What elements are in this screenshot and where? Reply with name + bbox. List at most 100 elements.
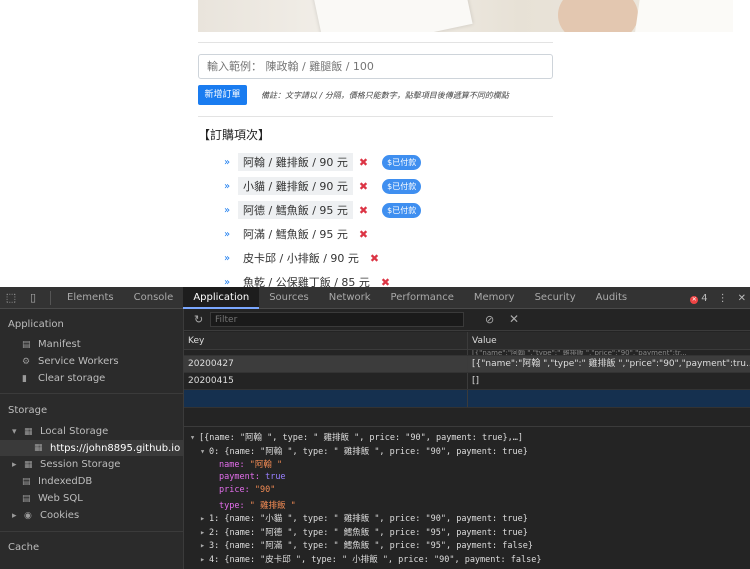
row-key: 20200427 xyxy=(184,356,468,372)
grid-icon: ▦ xyxy=(24,426,33,437)
delete-icon[interactable]: ✖ xyxy=(359,156,368,169)
order-text[interactable]: 魚乾 / 公保雞丁飯 / 85 元 xyxy=(238,273,375,287)
preview-prop-type: type: " 雞排飯 " xyxy=(219,500,296,511)
preview-prop-payment: payment: true xyxy=(219,471,286,482)
order-text[interactable]: 阿德 / 鱈魚飯 / 95 元 xyxy=(238,201,353,219)
device-toolbar-icon[interactable]: ▯ xyxy=(22,291,44,304)
devtools-tabbar: ⬚ ▯ Elements Console Application Sources… xyxy=(0,286,750,309)
caret-right-icon: ▸ xyxy=(200,554,206,565)
hero-image xyxy=(198,0,733,32)
list-item[interactable]: » 魚乾 / 公保雞丁飯 / 85 元 ✖ xyxy=(224,270,554,288)
clear-all-icon[interactable]: ⊘ xyxy=(485,313,494,326)
list-item[interactable]: » 阿德 / 鱈魚飯 / 95 元 ✖ $已付款 xyxy=(224,198,554,222)
sidebar-item-manifest[interactable]: ▤ Manifest xyxy=(22,339,81,350)
order-text[interactable]: 阿翰 / 雞排飯 / 90 元 xyxy=(238,153,353,171)
row-value: [] xyxy=(472,376,480,386)
order-text[interactable]: 阿滿 / 鱈魚飯 / 95 元 xyxy=(238,225,353,243)
paid-badge: $已付款 xyxy=(382,178,422,194)
tab-network[interactable]: Network xyxy=(319,287,381,309)
delete-icon[interactable]: ✖ xyxy=(381,276,390,288)
sidebar-item-indexeddb[interactable]: ▤ IndexedDB xyxy=(22,476,92,487)
add-order-button[interactable]: 新增訂單 xyxy=(198,85,247,105)
list-item[interactable]: » 阿滿 / 鱈魚飯 / 95 元 ✖ xyxy=(224,222,554,246)
chevron-right-icon: » xyxy=(224,228,231,240)
caret-down-icon: ▾ xyxy=(12,426,17,437)
list-item[interactable]: » 小貓 / 雞排飯 / 90 元 ✖ $已付款 xyxy=(224,174,554,198)
trash-icon: ▮ xyxy=(22,373,27,384)
row-value: [{"name":"阿翰 ","type":" 雞排飯 ","price":"9… xyxy=(472,359,750,369)
preview-item-2[interactable]: ▸ 2: {name: "阿德 ", type: " 鱈魚飯 ", price: … xyxy=(184,526,750,540)
devtools-panel: ⬚ ▯ Elements Console Application Sources… xyxy=(0,286,750,569)
preview-item-3[interactable]: ▸ 3: {name: "阿滿 ", type: " 鱈魚飯 ", price: … xyxy=(184,539,750,553)
inspect-icon[interactable]: ⬚ xyxy=(0,291,22,304)
tab-sources[interactable]: Sources xyxy=(259,287,319,309)
paid-badge: $已付款 xyxy=(382,154,422,170)
close-devtools-icon[interactable]: ✕ xyxy=(738,293,746,304)
row-key: 20200415 xyxy=(184,373,468,389)
sidebar-item-service-workers[interactable]: ⚙ Service Workers xyxy=(22,356,119,367)
list-item[interactable]: » 阿翰 / 雞排飯 / 90 元 ✖ $已付款 xyxy=(224,150,554,174)
table-row[interactable]: 20200415 [] xyxy=(184,373,750,390)
chevron-right-icon: » xyxy=(224,252,231,264)
table-header: Key Value xyxy=(184,332,750,350)
error-count: 4 xyxy=(701,292,708,304)
tab-memory[interactable]: Memory xyxy=(464,287,525,309)
order-list: » 阿翰 / 雞排飯 / 90 元 ✖ $已付款 » 小貓 / 雞排飯 / 90… xyxy=(224,150,554,287)
order-text[interactable]: 小貓 / 雞排飯 / 90 元 xyxy=(238,177,353,195)
tab-elements[interactable]: Elements xyxy=(57,287,124,309)
cookie-icon: ◉ xyxy=(24,510,32,521)
sidebar-item-cookies[interactable]: ▸ ◉ Cookies xyxy=(12,510,79,521)
filter-bar: ↻ ⊘ ✕ xyxy=(184,309,750,331)
tab-application[interactable]: Application xyxy=(183,286,260,309)
storage-table: Key Value [{"name":"阿翰 ","type":" 雞排飯 ",… xyxy=(184,332,750,408)
divider xyxy=(198,42,553,43)
preview-prop-price: price: "90" xyxy=(219,485,276,495)
preview-item-1[interactable]: ▸ 1: {name: "小貓 ", type: " 雞排飯 ", price: … xyxy=(184,512,750,526)
more-options-icon[interactable]: ⋮ xyxy=(718,293,728,304)
grid-icon: ▦ xyxy=(34,443,43,453)
sidebar-item-session-storage[interactable]: ▸ ▦ Session Storage xyxy=(12,459,120,470)
note-text: 備註：文字請以 / 分隔，價格只能數字，點擊項目後傳遞算不同的欄點 xyxy=(261,91,509,100)
delete-icon[interactable]: ✖ xyxy=(370,252,379,265)
sidebar-item-clear-storage[interactable]: ▮ Clear storage xyxy=(22,373,105,384)
table-row[interactable]: 20200427 [{"name":"阿翰 ","type":" 雞排飯 ","… xyxy=(184,356,750,373)
tab-console[interactable]: Console xyxy=(124,287,184,309)
sidebar-item-origin[interactable]: ▦ https://john8895.github.io xyxy=(0,440,183,456)
filter-input[interactable] xyxy=(210,312,464,327)
caret-right-icon: ▸ xyxy=(12,459,17,470)
delete-icon[interactable]: ✖ xyxy=(359,228,368,241)
table-row-empty[interactable] xyxy=(184,390,750,408)
delete-icon[interactable]: ✖ xyxy=(359,180,368,193)
caret-right-icon: ▸ xyxy=(200,527,206,538)
value-column-header[interactable]: Value xyxy=(468,332,750,349)
chevron-right-icon: » xyxy=(224,204,231,216)
chevron-right-icon: » xyxy=(224,180,231,192)
list-item[interactable]: » 皮卡邱 / 小排飯 / 90 元 ✖ xyxy=(224,246,554,270)
caret-right-icon: ▸ xyxy=(200,541,206,551)
paid-badge: $已付款 xyxy=(382,202,422,218)
caret-right-icon: ▸ xyxy=(12,510,17,521)
gear-icon: ⚙ xyxy=(22,356,31,367)
tab-security[interactable]: Security xyxy=(525,287,586,309)
sidebar-item-websql[interactable]: ▤ Web SQL xyxy=(22,493,83,504)
chevron-right-icon: » xyxy=(224,156,231,168)
tab-performance[interactable]: Performance xyxy=(381,287,464,309)
key-column-header[interactable]: Key xyxy=(184,332,468,349)
delete-selected-icon[interactable]: ✕ xyxy=(509,312,519,326)
storage-main: ↻ ⊘ ✕ Key Value [{"name":"阿翰 ","type":" … xyxy=(184,309,750,569)
sidebar-item-local-storage[interactable]: ▾ ▦ Local Storage xyxy=(12,426,108,437)
application-sidebar: Application ▤ Manifest ⚙ Service Workers… xyxy=(0,309,184,569)
tab-audits[interactable]: Audits xyxy=(586,287,637,309)
order-text[interactable]: 皮卡邱 / 小排飯 / 90 元 xyxy=(238,249,364,267)
order-input[interactable] xyxy=(198,54,553,79)
chevron-right-icon: » xyxy=(224,276,231,288)
refresh-icon[interactable]: ↻ xyxy=(194,313,203,326)
preview-root[interactable]: ▾ [{name: "阿翰 ", type: " 雞排飯 ", price: "9… xyxy=(184,431,750,445)
preview-item-0[interactable]: ▾ 0: {name: "阿翰 ", type: " 雞排飯 ", price: … xyxy=(184,445,750,459)
preview-item-4[interactable]: ▸ 4: {name: "皮卡邱 ", type: " 小排飯 ", price:… xyxy=(184,553,750,567)
error-counter[interactable]: ✕ 4 xyxy=(690,292,708,304)
delete-icon[interactable]: ✖ xyxy=(359,204,368,217)
sidebar-section-cache: Cache xyxy=(8,542,40,553)
divider xyxy=(198,116,553,117)
caret-down-icon: ▾ xyxy=(200,446,206,457)
